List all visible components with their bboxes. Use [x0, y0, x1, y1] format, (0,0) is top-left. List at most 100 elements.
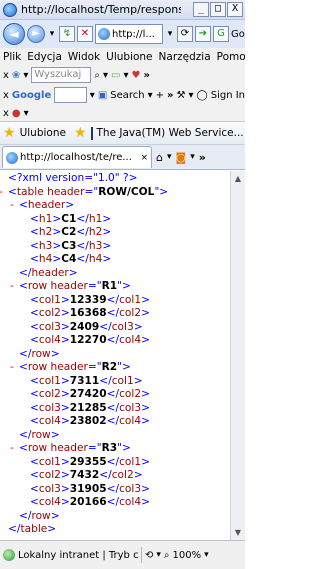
vertical-scrollbar[interactable]: ▲ ▼	[230, 171, 245, 540]
xml-markup: >	[141, 334, 150, 346]
close-window-button[interactable]: X	[227, 2, 243, 17]
back-button[interactable]: ◄	[3, 23, 25, 45]
zoom-level[interactable]: 100%	[173, 550, 202, 561]
extra-dropdown-icon[interactable]: ▾	[24, 108, 29, 119]
highlight-icon[interactable]: ▭	[111, 70, 120, 81]
xml-line: <col1>29355</col1>	[1, 456, 230, 470]
toolbar-search-input[interactable]: Wyszukaj	[31, 67, 92, 83]
collapse-toggle-icon[interactable]: -	[10, 280, 14, 294]
extra-toolbar-icon[interactable]: ●	[12, 108, 21, 119]
xml-markup: >	[60, 496, 70, 508]
close-extra-toolbar-icon[interactable]: x	[3, 108, 9, 119]
google-dropdown-icon[interactable]: ▾	[90, 90, 95, 101]
highlight-dropdown-icon[interactable]: ▾	[123, 70, 128, 81]
address-dropdown-icon[interactable]: ▾	[165, 29, 175, 39]
protected-mode-icon[interactable]: ⟲	[145, 550, 153, 561]
xml-markup: </	[99, 374, 112, 387]
close-google-toolbar-icon[interactable]: x	[3, 90, 9, 101]
refresh-icon[interactable]: ⟳	[177, 26, 193, 42]
google-search-input[interactable]	[54, 87, 87, 103]
bookmark-icon[interactable]: ♥	[131, 70, 140, 81]
home-dropdown-icon[interactable]: ▾	[167, 152, 172, 162]
wrench-icon[interactable]: ⚒	[177, 90, 186, 101]
window-title: http://localhost/Temp/responseTableX...	[21, 3, 181, 16]
tab-close-icon[interactable]: ×	[140, 153, 148, 163]
close-toolbar-icon[interactable]: x	[3, 70, 9, 81]
xml-markup: h1	[38, 212, 53, 225]
google-search-dropdown-icon[interactable]: ▾	[148, 90, 153, 101]
menu-help[interactable]: Pomo	[217, 51, 245, 63]
xml-markup: ">	[154, 185, 169, 198]
zoom-dropdown-icon[interactable]: ▾	[204, 550, 209, 560]
xml-markup: col3	[38, 320, 61, 333]
toolbar-google: x Google ▾ ▣ Search ▾ + » ⚒ ▾ ◯ Sign In	[0, 85, 245, 105]
sign-in-icon[interactable]: ◯	[197, 90, 208, 101]
sign-in-button[interactable]: Sign In	[211, 90, 245, 101]
stop-icon[interactable]: ✕	[77, 26, 93, 42]
forward-button[interactable]: ►	[27, 25, 45, 43]
protected-mode-dropdown-icon[interactable]: ▾	[156, 550, 161, 560]
xml-cell-value: 29355	[69, 455, 107, 468]
xml-markup: </	[106, 334, 120, 346]
xml-cell-value: 20166	[69, 496, 107, 508]
history-dropdown-icon[interactable]: ▾	[47, 29, 57, 39]
xml-markup: col4	[38, 334, 61, 346]
command-more-chevron[interactable]: »	[199, 151, 206, 164]
xml-cell-value: 12339	[69, 293, 107, 306]
toolbar1-more[interactable]: »	[143, 70, 149, 81]
home-icon[interactable]: ⌂	[156, 151, 163, 164]
favorites-link[interactable]: The Java(TM) Web Service...	[97, 127, 244, 139]
xml-markup: >	[141, 482, 150, 495]
collapse-toggle-icon[interactable]: -	[0, 186, 3, 200]
wrench-dropdown-icon[interactable]: ▾	[188, 90, 193, 101]
tab-current[interactable]: http://localhost/te/re... ×	[2, 146, 152, 168]
go-label[interactable]: Go	[231, 29, 245, 40]
collapse-toggle-icon[interactable]: -	[10, 199, 14, 213]
maximize-button[interactable]: □	[210, 2, 226, 17]
menu-favorites[interactable]: Ulubione	[106, 51, 152, 63]
xml-markup: col1	[119, 455, 142, 468]
search-provider-icon[interactable]: G	[213, 26, 229, 42]
collapse-toggle-icon[interactable]: -	[10, 442, 14, 456]
add-favorite-icon[interactable]: ★	[74, 125, 87, 141]
xml-markup: <	[30, 455, 39, 468]
go-icon[interactable]: ➔	[195, 26, 211, 42]
menu-edit[interactable]: Edycja	[27, 51, 62, 63]
menu-view[interactable]: Widok	[68, 51, 100, 63]
feeds-icon[interactable]: ◙	[176, 151, 187, 164]
xml-markup: >	[60, 469, 70, 481]
feeds-dropdown-icon[interactable]: ▾	[190, 152, 195, 162]
favorites-button[interactable]: Ulubione	[20, 127, 66, 139]
collapse-toggle-icon[interactable]: -	[10, 361, 14, 375]
google-search-button[interactable]: Search	[110, 90, 144, 101]
xml-markup: <	[30, 415, 39, 427]
menu-file[interactable]: Plik	[3, 51, 21, 63]
xml-markup: col4	[119, 334, 142, 346]
zoom-icon[interactable]: ⌕	[164, 550, 170, 561]
xml-markup: ">	[117, 442, 131, 454]
xml-markup: >	[60, 415, 70, 427]
xml-header-value: C4	[61, 253, 77, 265]
toolbar-dropdown-icon[interactable]: ▾	[23, 70, 28, 81]
search-dropdown-icon[interactable]: ▾	[103, 70, 108, 81]
xml-markup: header	[47, 361, 88, 373]
xml-line: </row>	[1, 348, 230, 362]
google-more-chevron[interactable]: »	[167, 90, 173, 101]
xml-markup: <	[8, 185, 17, 198]
compat-icon[interactable]: ↯	[59, 26, 75, 42]
search-icon[interactable]: ⌕	[94, 70, 100, 81]
xml-markup: h3	[38, 239, 53, 252]
xml-markup: >	[60, 307, 70, 319]
menu-tools[interactable]: Narzędzia	[159, 51, 211, 63]
xml-markup: h1	[88, 212, 103, 225]
add-icon[interactable]: +	[156, 90, 164, 101]
xml-markup: h2	[38, 226, 53, 238]
scroll-down-icon[interactable]: ▼	[231, 525, 245, 540]
scroll-up-icon[interactable]: ▲	[231, 171, 245, 186]
xml-markup: row	[27, 442, 48, 454]
xml-markup: >	[102, 253, 112, 265]
favorites-star-icon[interactable]: ★	[3, 125, 16, 141]
google-search-icon[interactable]: ▣	[98, 90, 107, 101]
address-bar[interactable]: http://l...	[95, 24, 163, 44]
minimize-button[interactable]: _	[193, 2, 209, 17]
